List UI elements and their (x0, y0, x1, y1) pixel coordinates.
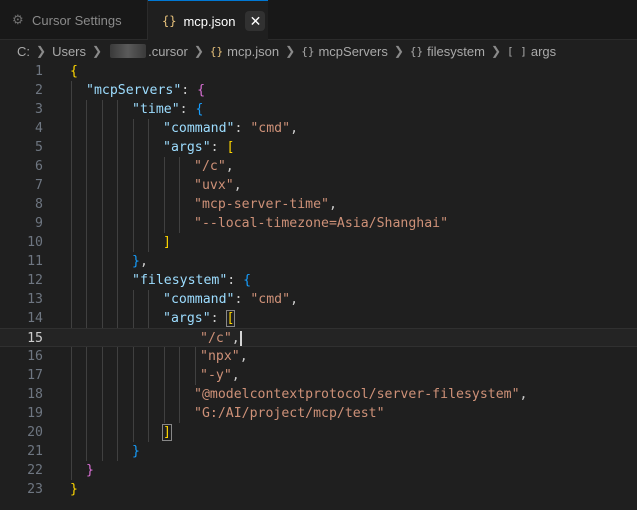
tab-mcp-json[interactable]: {} mcp.json ✕ (148, 0, 268, 41)
line-number: 21 (27, 444, 43, 459)
line-content: "mcpServers": { (86, 83, 206, 98)
line-number: 19 (27, 406, 43, 421)
line-content: ] (162, 424, 172, 441)
code-line: 12 "filesystem": { (0, 271, 637, 290)
code-line: 7 "uvx", (0, 176, 637, 195)
chevron-right-icon: ❯ (285, 44, 296, 58)
line-number: 13 (27, 292, 43, 307)
code-line: 17 "-y", (0, 366, 637, 385)
line-content: "npx", (200, 349, 248, 364)
breadcrumb-file[interactable]: mcp.json (227, 44, 279, 59)
line-number: 16 (27, 349, 43, 364)
line-content: ] (163, 235, 171, 250)
line-content: } (70, 482, 78, 497)
code-line: 3 "time": { (0, 100, 637, 119)
code-line: 9 "--local-timezone=Asia/Shanghai" (0, 214, 637, 233)
code-line: 19 "G:/AI/project/mcp/test" (0, 404, 637, 423)
line-content: "@modelcontextprotocol/server-filesystem… (194, 387, 528, 402)
chevron-right-icon: ❯ (193, 44, 204, 58)
line-number: 14 (27, 311, 43, 326)
array-brackets-icon: [ ] (507, 44, 527, 58)
code-line: 10] (0, 233, 637, 252)
line-content: "-y", (200, 368, 240, 383)
breadcrumb-drive[interactable]: C: (17, 44, 30, 59)
breadcrumb-cursor[interactable]: .cursor (148, 44, 188, 59)
line-number: 17 (27, 368, 43, 383)
code-line: 13 "command": "cmd", (0, 290, 637, 309)
line-content: "args": [ (163, 310, 236, 327)
breadcrumb-mcpservers[interactable]: mcpServers (318, 44, 387, 59)
gear-icon: ⚙ (12, 12, 24, 27)
line-number: 11 (27, 254, 43, 269)
line-content: "command": "cmd", (163, 292, 299, 307)
line-number: 8 (35, 197, 43, 212)
json-braces-icon: {} (162, 14, 177, 28)
line-content: "args": [ (163, 140, 235, 155)
code-line: 20] (0, 423, 637, 442)
line-number: 15 (27, 331, 43, 346)
breadcrumb-users[interactable]: Users (52, 44, 86, 59)
code-line: 23} (0, 480, 637, 499)
code-editor[interactable]: 1{ 2 "mcpServers": { 3 "time": { 4 "command… (0, 62, 637, 510)
line-content: }, (132, 254, 148, 269)
line-number: 3 (35, 102, 43, 117)
breadcrumb-args[interactable]: args (531, 44, 556, 59)
line-number: 18 (27, 387, 43, 402)
tab-cursor-settings[interactable]: ⚙ Cursor Settings (0, 0, 148, 40)
breadcrumb: C: ❯ Users ❯ .cursor ❯ {} mcp.json ❯ {} … (0, 40, 637, 62)
tab-label: mcp.json (183, 13, 236, 29)
line-number: 2 (35, 83, 43, 98)
line-content: } (86, 463, 94, 478)
breadcrumb-filesystem[interactable]: filesystem (427, 44, 485, 59)
line-number: 4 (35, 121, 43, 136)
chevron-right-icon: ❯ (393, 44, 404, 58)
code-line: 16 "npx", (0, 347, 637, 366)
line-content: "mcp-server-time", (194, 197, 337, 212)
line-number: 5 (35, 140, 43, 155)
line-content: "--local-timezone=Asia/Shanghai" (194, 216, 449, 231)
line-content: "time": { (132, 102, 204, 117)
line-number: 1 (35, 64, 43, 79)
code-line: 5 "args": [ (0, 138, 637, 157)
code-line: 22} (0, 461, 637, 480)
line-content: "G:/AI/project/mcp/test" (194, 406, 385, 421)
object-braces-icon: {} (409, 44, 424, 58)
code-line: 8 "mcp-server-time", (0, 195, 637, 214)
line-content: } (132, 444, 140, 459)
code-line: 2 "mcpServers": { (0, 81, 637, 100)
line-number: 6 (35, 159, 43, 174)
json-braces-icon: {} (209, 44, 224, 58)
line-content: { (70, 64, 78, 79)
code-line: 21} (0, 442, 637, 461)
code-line: 14 "args": [ (0, 309, 637, 328)
chevron-right-icon: ❯ (92, 44, 103, 58)
code-line-current: 15 "/c", (0, 328, 637, 347)
text-cursor (239, 330, 242, 346)
code-line: 4 "command": "cmd", (0, 119, 637, 138)
chevron-right-icon: ❯ (490, 44, 501, 58)
line-number: 23 (27, 482, 43, 497)
line-number: 10 (27, 235, 43, 250)
line-content: "/c", (194, 159, 234, 174)
chevron-right-icon: ❯ (36, 44, 47, 58)
line-content: "/c", (200, 330, 242, 346)
tab-label: Cursor Settings (32, 12, 122, 28)
code-line: 6 "/c", (0, 157, 637, 176)
line-number: 9 (35, 216, 43, 231)
line-number: 22 (27, 463, 43, 478)
line-content: "filesystem": { (132, 273, 252, 288)
close-icon[interactable]: ✕ (245, 11, 266, 31)
line-content: "command": "cmd", (163, 121, 299, 136)
code-line: 18 "@modelcontextprotocol/server-filesyst… (0, 385, 637, 404)
line-number: 20 (27, 425, 43, 440)
code-line: 11}, (0, 252, 637, 271)
object-braces-icon: {} (301, 44, 315, 58)
code-line: 1{ (0, 62, 637, 81)
tab-bar: ⚙ Cursor Settings {} mcp.json ✕ (0, 0, 637, 41)
redacted-username (110, 44, 147, 58)
line-number: 7 (35, 178, 43, 193)
line-number: 12 (27, 273, 43, 288)
line-content: "uvx", (194, 178, 242, 193)
